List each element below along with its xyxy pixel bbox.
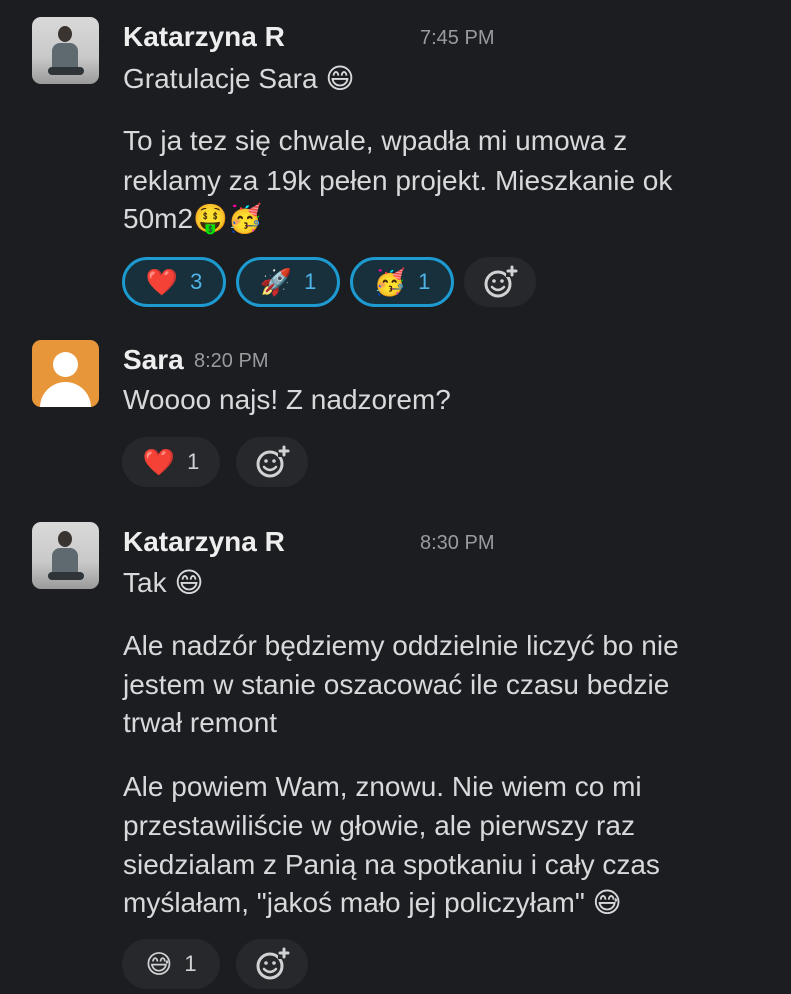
message-text: siedzialam z Panią na spotkaniu i cały c… [123,849,660,880]
timestamp[interactable]: 7:45 PM [420,21,494,55]
avatar-katarzyna[interactable] [32,17,99,84]
heart-emoji-icon: ❤️ [145,266,179,297]
reaction-count: 1 [418,269,431,294]
party-face-emoji-icon: 🥳 [373,266,407,297]
add-reaction-icon [254,946,290,982]
add-reaction-icon [482,264,518,300]
message-text: 50m2🤑🥳 [123,203,263,234]
message-text: myślałam, "jakoś mało jej policzyłam" 😅 [123,887,622,918]
reaction-heart[interactable]: ❤️ 3 [122,257,226,307]
timestamp[interactable]: 8:20 PM [194,344,268,378]
reaction-count: 1 [187,449,200,474]
rocket-emoji-icon: 🚀 [259,266,293,297]
avatar-sara[interactable] [32,340,99,407]
message-text: przestawiliście w głowie, ale pierwszy r… [123,810,635,841]
message-text: Gratulacje Sara 😄 [123,63,355,94]
message-text: reklamy za 19k pełen projekt. Mieszkanie… [123,165,673,196]
message-text: jestem w stanie oszacować ile czasu bedz… [123,669,670,700]
message-text: Tak 😄 [123,567,204,598]
add-reaction-button[interactable] [236,939,308,989]
message-text: trwał remont [123,707,278,738]
reaction-rocket[interactable]: 🚀 1 [236,257,340,307]
avatar-katarzyna[interactable] [32,522,99,589]
reaction-sweat-smile[interactable]: 😅 1 [122,939,220,989]
message-text: Ale powiem Wam, znowu. Nie wiem co mi [123,771,642,802]
timestamp[interactable]: 8:30 PM [420,526,494,560]
message-text: To ja tez się chwale, wpadła mi umowa z [123,125,628,156]
author-name[interactable]: Katarzyna R [123,20,285,54]
add-reaction-icon [254,444,290,480]
author-name[interactable]: Sara [123,343,184,377]
sweat-smile-emoji-icon: 😅 [145,948,173,979]
reaction-count: 1 [184,951,197,976]
reaction-count: 1 [304,269,317,294]
message-text: Ale nadzór będziemy oddzielnie liczyć bo… [123,630,679,661]
reaction-heart[interactable]: ❤️ 1 [122,437,220,487]
heart-emoji-icon: ❤️ [142,446,176,477]
reaction-count: 3 [190,269,203,294]
reaction-party[interactable]: 🥳 1 [350,257,454,307]
author-name[interactable]: Katarzyna R [123,525,285,559]
add-reaction-button[interactable] [236,437,308,487]
message-text: Woooo najs! Z nadzorem? [123,384,451,415]
add-reaction-button[interactable] [464,257,536,307]
